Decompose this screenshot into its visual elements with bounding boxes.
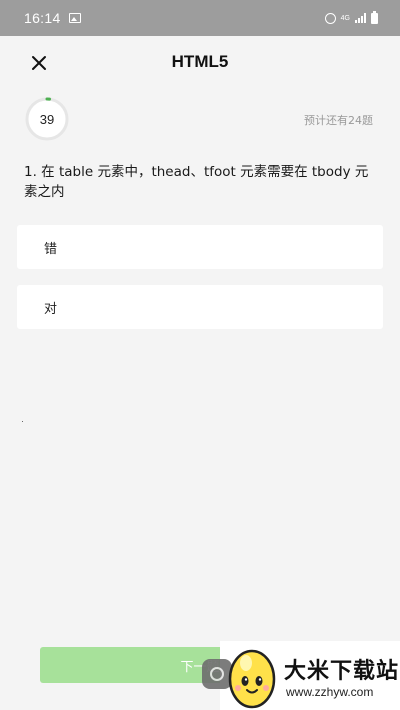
battery-icon [371, 10, 378, 24]
watermark-title: 大米下载站 [284, 659, 400, 684]
network-type: 4G [340, 14, 350, 22]
gallery-icon [68, 13, 81, 23]
status-left: 16:14 [24, 10, 81, 26]
stray-dot [22, 421, 23, 422]
remaining-count: 预计还有24题 [304, 114, 373, 127]
alarm-icon [324, 12, 336, 24]
status-time: 16:14 [24, 10, 61, 26]
option-true[interactable]: 对 [17, 285, 383, 329]
status-right: 4G [324, 10, 378, 24]
status-bar: 16:14 4G [0, 0, 400, 36]
page-title: HTML5 [171, 52, 229, 71]
watermark-url: www.zzhyw.com [286, 685, 374, 699]
option-false[interactable]: 错 [17, 225, 383, 269]
question-text: 1. 在 table 元素中，thead、tfoot 元素需要在 tbody 元… [24, 164, 369, 200]
timer-value: 39 [39, 111, 55, 127]
option-label: 错 [44, 241, 58, 257]
option-label: 对 [44, 301, 58, 317]
signal-icon [355, 13, 366, 23]
countdown-timer: 39 [24, 96, 70, 142]
header: HTML5 [0, 36, 400, 92]
rice-mascot-logo [228, 649, 276, 709]
watermark: 大米下载站 www.zzhyw.com [202, 641, 400, 710]
